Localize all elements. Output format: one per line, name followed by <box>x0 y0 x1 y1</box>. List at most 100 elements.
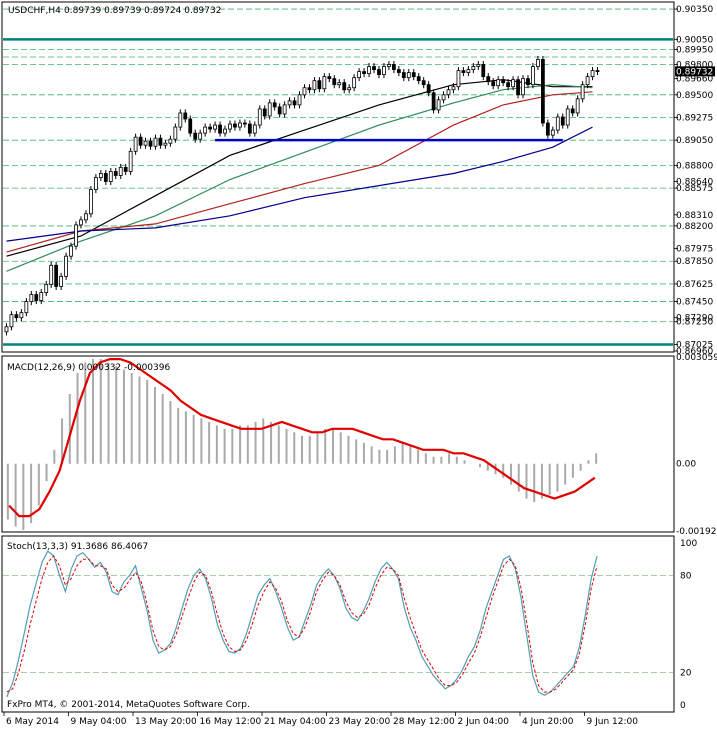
candle-body <box>242 122 247 125</box>
candle-body <box>585 76 590 86</box>
candle-body <box>158 137 163 146</box>
candle-body <box>536 59 540 67</box>
candle-body <box>501 79 506 84</box>
stoch-panel <box>1 535 675 713</box>
candle-body <box>89 189 93 215</box>
time-tick-label: 2 Jun 04:00 <box>458 717 510 727</box>
price-tick-label: 0.88200 <box>676 222 713 232</box>
price-tick-label: 0.88800 <box>676 161 713 171</box>
candle-body <box>69 245 73 257</box>
candle-body <box>491 81 496 87</box>
candle-body <box>595 70 600 72</box>
candle-body <box>267 102 272 117</box>
candle-body <box>163 142 168 146</box>
candle-body <box>531 66 535 86</box>
candle-body <box>526 78 530 86</box>
time-tick-label: 16 May 12:00 <box>200 717 262 727</box>
candle-body <box>193 132 198 140</box>
candle-body <box>401 72 406 79</box>
candle-body <box>451 86 456 91</box>
candle-body <box>287 100 292 106</box>
candle-body <box>59 275 64 287</box>
candle-body <box>14 314 19 319</box>
candle-body <box>74 224 78 247</box>
candle-body <box>466 69 471 74</box>
candle-body <box>396 69 401 74</box>
candle-body <box>138 136 143 146</box>
candle-body <box>496 79 501 87</box>
chart-root: 0.903500.900500.899500.898000.896600.895… <box>1 1 717 727</box>
candle-body <box>218 124 222 134</box>
candle-body <box>506 82 511 88</box>
candle-body <box>198 132 203 140</box>
time-tick-label: 28 May 12:00 <box>393 717 455 727</box>
candle-body <box>436 99 441 111</box>
candle-body <box>133 136 138 152</box>
price-tick-label: 0.89050 <box>676 136 713 146</box>
price-panel <box>1 1 675 353</box>
candle-body <box>362 71 366 75</box>
time-tick-label: 21 May 04:00 <box>264 717 326 727</box>
candle-body <box>228 123 232 130</box>
candle-body <box>143 140 148 146</box>
candle-body <box>575 98 580 114</box>
candle-body <box>98 173 103 178</box>
macd-tick-label: 0.00 <box>676 460 696 470</box>
candle-body <box>486 76 491 83</box>
candle-body <box>29 294 34 302</box>
time-tick-label: 23 May 20:00 <box>329 717 391 727</box>
candle-body <box>382 66 386 76</box>
candle-body <box>516 79 520 96</box>
candle-body <box>54 264 59 287</box>
candle-body <box>118 167 123 176</box>
current-price-label: 0.89732 <box>676 67 713 77</box>
price-tick-label: 0.87850 <box>676 257 713 267</box>
price-tick-label: 0.89950 <box>676 45 713 55</box>
candle-body <box>24 301 29 314</box>
macd-tick-label: 0.003059 <box>676 353 717 363</box>
candle-body <box>511 79 515 88</box>
candle-body <box>148 140 153 147</box>
stoch-tick-label: 20 <box>680 669 692 679</box>
candle-body <box>481 64 486 78</box>
price-tick-label: 0.87250 <box>676 318 713 328</box>
candle-body <box>282 104 287 115</box>
candle-body <box>441 94 446 101</box>
price-tick-label: 0.88575 <box>676 184 713 194</box>
candle-body <box>34 294 39 301</box>
price-tick-label: 0.89500 <box>676 91 713 101</box>
candle-body <box>560 116 565 126</box>
candle-body <box>312 80 317 91</box>
candle-body <box>580 84 585 100</box>
time-tick-label: 6 May 2014 <box>6 717 59 727</box>
candle-body <box>446 89 451 96</box>
candle-body <box>247 123 252 134</box>
candle-body <box>178 112 183 128</box>
time-tick-label: 4 Jun 20:00 <box>522 717 574 727</box>
time-tick-label: 13 May 20:00 <box>135 717 197 727</box>
candle-body <box>153 137 158 147</box>
candle-body <box>545 122 550 136</box>
macd-tick-label: -0.001928 <box>676 527 717 537</box>
candle-body <box>337 82 342 86</box>
candle-body <box>257 108 262 126</box>
candle-body <box>416 76 421 82</box>
candle-body <box>372 66 376 70</box>
price-tick-label: 0.90050 <box>676 35 713 45</box>
candle-body <box>521 78 525 96</box>
stoch-tick-label: 100 <box>680 539 697 549</box>
candle-body <box>327 76 332 80</box>
candle-body <box>347 87 352 91</box>
candle-body <box>44 284 49 293</box>
price-axis: 0.903500.900500.899500.898000.896600.895… <box>674 5 715 357</box>
candle-body <box>555 116 560 131</box>
price-tick-label: 0.87975 <box>676 245 713 255</box>
stoch-axis: 100 80 20 0 <box>680 539 697 711</box>
candle-body <box>223 128 227 134</box>
candle-body <box>342 82 347 91</box>
candle-body <box>590 70 595 78</box>
candle-body <box>387 64 391 67</box>
price-tick-label: 0.88310 <box>676 211 713 221</box>
price-tick-label: 0.87625 <box>676 280 713 290</box>
candle-body <box>406 72 411 79</box>
